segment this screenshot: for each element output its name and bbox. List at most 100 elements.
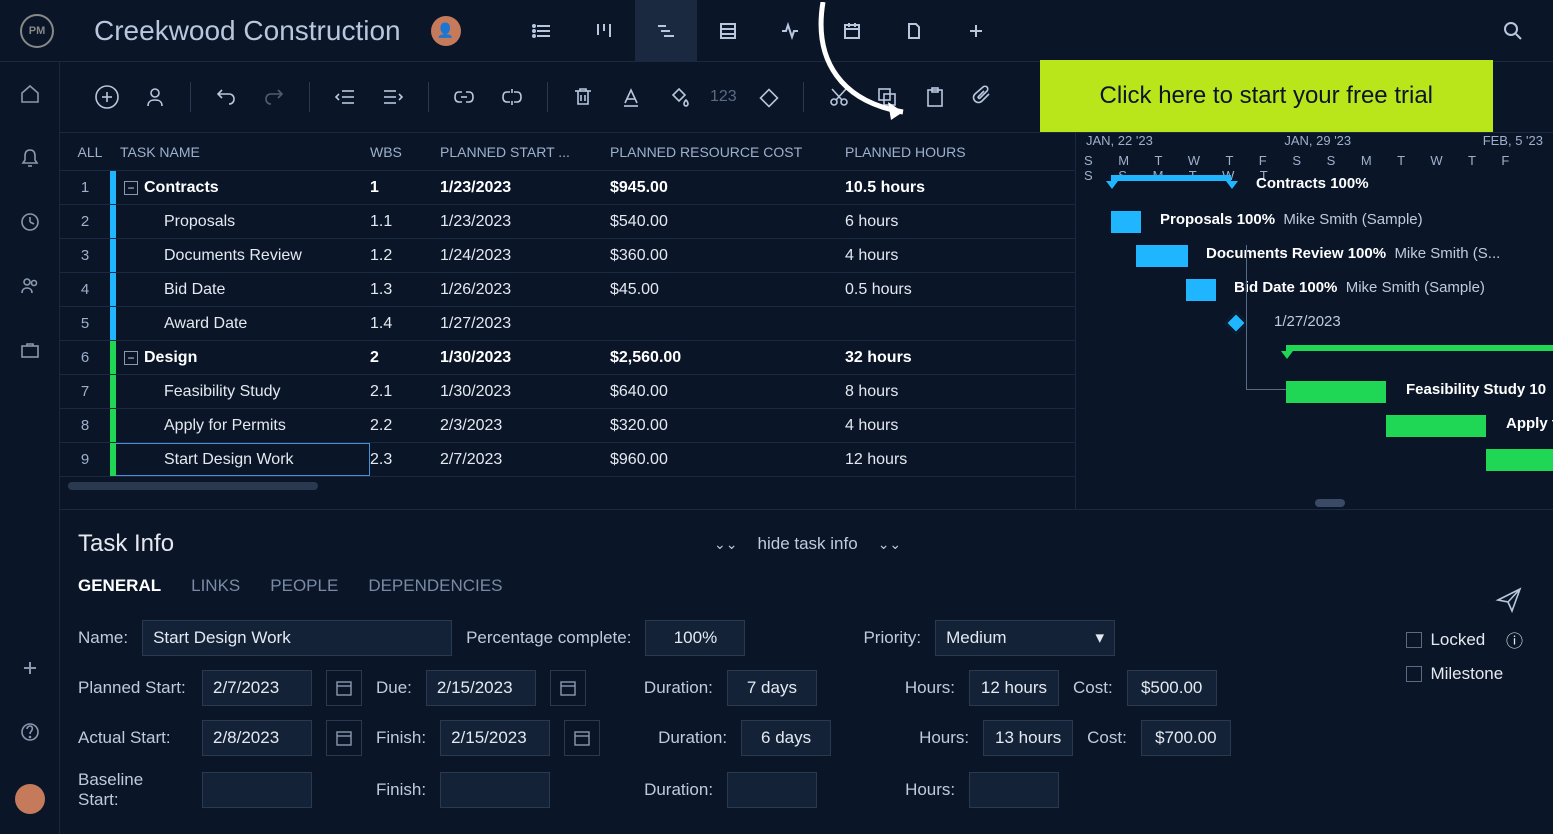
copy-icon[interactable] bbox=[870, 80, 904, 114]
milestone-checkbox[interactable]: Milestone bbox=[1406, 664, 1523, 684]
gantt-row[interactable]: Proposals 100% Mike Smith (Sample) bbox=[1076, 205, 1553, 239]
duration-a-field[interactable] bbox=[741, 720, 831, 756]
table-row[interactable]: 3Documents Review1.21/24/2023$360.004 ho… bbox=[60, 239, 1075, 273]
table-row[interactable]: 9Start Design Work2.32/7/2023$960.0012 h… bbox=[60, 443, 1075, 477]
gantt-row[interactable]: Feasibility Study 10 bbox=[1076, 375, 1553, 409]
gantt-h-scroll[interactable] bbox=[1315, 499, 1345, 507]
gantt-row[interactable]: 1/27/2023 bbox=[1076, 307, 1553, 341]
app-logo[interactable]: PM bbox=[20, 14, 54, 48]
col-wbs[interactable]: WBS bbox=[370, 144, 440, 160]
table-row[interactable]: 6−Design21/30/2023$2,560.0032 hours bbox=[60, 341, 1075, 375]
task-table: ALL TASK NAME WBS PLANNED START ... PLAN… bbox=[60, 132, 1075, 509]
collapse-icon[interactable]: − bbox=[124, 351, 138, 365]
tab-links[interactable]: LINKS bbox=[191, 576, 240, 596]
sheet-view-icon[interactable] bbox=[697, 0, 759, 62]
gantt-row[interactable]: Documents Review 100% Mike Smith (S... bbox=[1076, 239, 1553, 273]
gantt-view-icon[interactable] bbox=[635, 0, 697, 62]
briefcase-icon[interactable] bbox=[18, 338, 42, 362]
calendar-icon[interactable] bbox=[550, 670, 586, 706]
calendar-view-icon[interactable] bbox=[821, 0, 883, 62]
undo-icon[interactable] bbox=[209, 80, 243, 114]
redo-icon[interactable] bbox=[257, 80, 291, 114]
cut-icon[interactable] bbox=[822, 80, 856, 114]
priority-select[interactable]: Medium▾ bbox=[935, 620, 1115, 656]
text-icon[interactable] bbox=[614, 80, 648, 114]
baseline-start-field[interactable] bbox=[202, 772, 312, 808]
table-row[interactable]: 4Bid Date1.31/26/2023$45.000.5 hours bbox=[60, 273, 1075, 307]
fill-icon[interactable] bbox=[662, 80, 696, 114]
paste-icon[interactable] bbox=[918, 80, 952, 114]
notifications-icon[interactable] bbox=[18, 146, 42, 170]
baseline-hours-field[interactable] bbox=[969, 772, 1059, 808]
gantt-chart[interactable]: JAN, 22 '23 JAN, 29 '23 FEB, 5 '23 S M T… bbox=[1075, 132, 1553, 509]
actual-start-field[interactable] bbox=[202, 720, 312, 756]
gantt-row[interactable] bbox=[1076, 443, 1553, 477]
unlink-icon[interactable] bbox=[495, 80, 529, 114]
gantt-row[interactable]: Bid Date 100% Mike Smith (Sample) bbox=[1076, 273, 1553, 307]
board-view-icon[interactable] bbox=[573, 0, 635, 62]
baseline-finish-field[interactable] bbox=[440, 772, 550, 808]
col-cost[interactable]: PLANNED RESOURCE COST bbox=[610, 144, 845, 160]
name-field[interactable] bbox=[142, 620, 452, 656]
hours-a-field[interactable] bbox=[983, 720, 1073, 756]
baseline-duration-field[interactable] bbox=[727, 772, 817, 808]
col-start[interactable]: PLANNED START ... bbox=[440, 144, 610, 160]
add-task-icon[interactable] bbox=[90, 80, 124, 114]
activity-view-icon[interactable] bbox=[759, 0, 821, 62]
outdent-icon[interactable] bbox=[328, 80, 362, 114]
list-view-icon[interactable] bbox=[511, 0, 573, 62]
toolbar-number-text[interactable]: 123 bbox=[710, 88, 737, 106]
home-icon[interactable] bbox=[18, 82, 42, 106]
search-icon[interactable] bbox=[1493, 11, 1533, 51]
table-row[interactable]: 8Apply for Permits2.22/3/2023$320.004 ho… bbox=[60, 409, 1075, 443]
free-trial-cta[interactable]: Click here to start your free trial bbox=[1040, 60, 1493, 132]
col-all[interactable]: ALL bbox=[60, 144, 110, 160]
indent-icon[interactable] bbox=[376, 80, 410, 114]
calendar-icon[interactable] bbox=[326, 670, 362, 706]
h-scrollbar[interactable] bbox=[60, 477, 1075, 495]
tab-general[interactable]: GENERAL bbox=[78, 576, 161, 596]
percent-field[interactable] bbox=[645, 620, 745, 656]
delete-icon[interactable] bbox=[566, 80, 600, 114]
task-flags: Locked ⓘ Milestone bbox=[1406, 627, 1523, 684]
main-area: 123 Click here to start your free trial … bbox=[60, 62, 1553, 834]
hours-p-field[interactable] bbox=[969, 670, 1059, 706]
link-icon[interactable] bbox=[447, 80, 481, 114]
tab-dependencies[interactable]: DEPENDENCIES bbox=[368, 576, 502, 596]
user-avatar[interactable] bbox=[15, 784, 45, 814]
col-name[interactable]: TASK NAME bbox=[110, 144, 370, 160]
finish-field[interactable] bbox=[440, 720, 550, 756]
due-field[interactable] bbox=[426, 670, 536, 706]
help-icon[interactable] bbox=[18, 720, 42, 744]
planned-start-field[interactable] bbox=[202, 670, 312, 706]
locked-checkbox[interactable]: Locked ⓘ bbox=[1406, 627, 1523, 652]
file-view-icon[interactable] bbox=[883, 0, 945, 62]
cost-a-field[interactable] bbox=[1141, 720, 1231, 756]
tab-people[interactable]: PEOPLE bbox=[270, 576, 338, 596]
time-icon[interactable] bbox=[18, 210, 42, 234]
label-priority: Priority: bbox=[863, 628, 921, 648]
calendar-icon[interactable] bbox=[564, 720, 600, 756]
cost-p-field[interactable] bbox=[1127, 670, 1217, 706]
table-row[interactable]: 2Proposals1.11/23/2023$540.006 hours bbox=[60, 205, 1075, 239]
add-icon[interactable] bbox=[18, 656, 42, 680]
table-row[interactable]: 7Feasibility Study2.11/30/2023$640.008 h… bbox=[60, 375, 1075, 409]
gantt-row[interactable] bbox=[1076, 341, 1553, 375]
send-icon[interactable] bbox=[1495, 586, 1523, 614]
milestone-shape-icon[interactable] bbox=[751, 80, 785, 114]
hide-task-info-button[interactable]: ⌄⌄ hide task info ⌄⌄ bbox=[714, 534, 901, 554]
project-avatar[interactable]: 👤 bbox=[431, 16, 461, 46]
add-view-icon[interactable] bbox=[945, 0, 1007, 62]
collapse-icon[interactable]: − bbox=[124, 181, 138, 195]
col-hours[interactable]: PLANNED HOURS bbox=[845, 144, 1005, 160]
gantt-row[interactable]: Apply f bbox=[1076, 409, 1553, 443]
assign-icon[interactable] bbox=[138, 80, 172, 114]
duration-p-field[interactable] bbox=[727, 670, 817, 706]
label-baseline-hours: Hours: bbox=[905, 780, 955, 800]
gantt-row[interactable]: Contracts 100% bbox=[1076, 171, 1553, 205]
table-row[interactable]: 5Award Date1.41/27/2023 bbox=[60, 307, 1075, 341]
calendar-icon[interactable] bbox=[326, 720, 362, 756]
attachment-icon[interactable] bbox=[966, 80, 1000, 114]
people-icon[interactable] bbox=[18, 274, 42, 298]
table-row[interactable]: 1−Contracts11/23/2023$945.0010.5 hours bbox=[60, 171, 1075, 205]
